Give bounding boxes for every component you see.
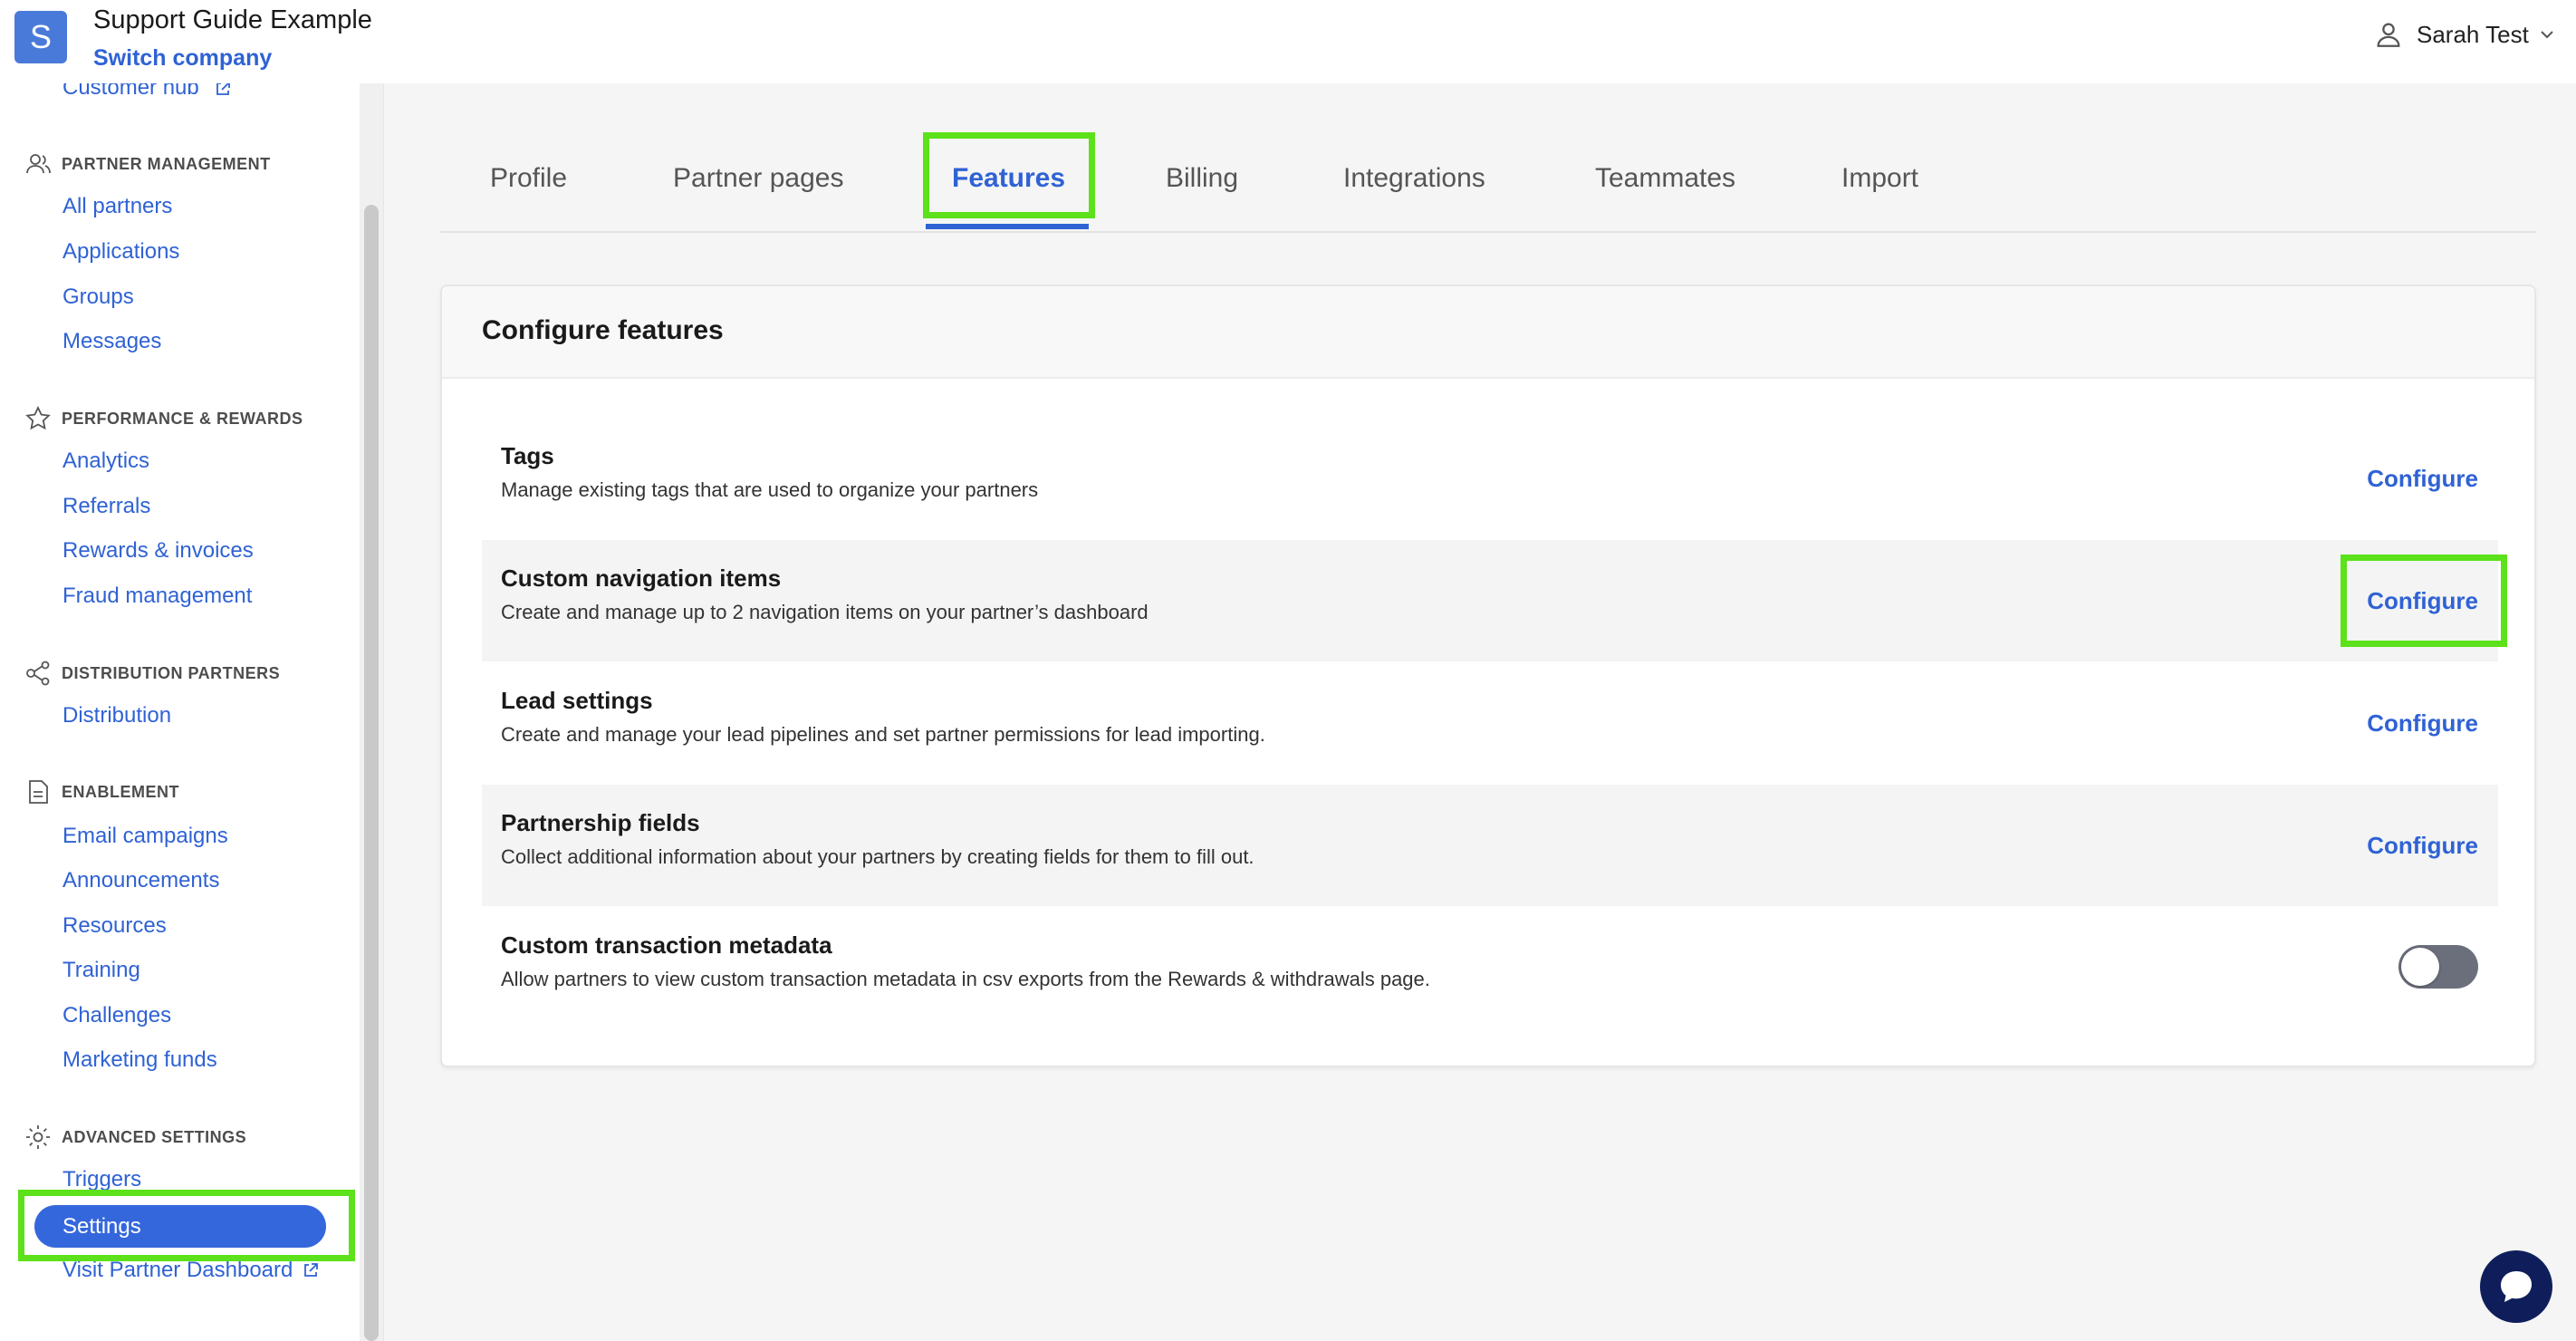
sidebar-item-resources[interactable]: Resources <box>62 912 167 940</box>
partners-icon <box>26 154 51 174</box>
chat-button[interactable] <box>2480 1250 2552 1323</box>
section-partner-management: PARTNER MANAGEMENT <box>24 150 271 178</box>
sidebar-item-email-campaigns[interactable]: Email campaigns <box>62 823 228 850</box>
section-title: ENABLEMENT <box>62 782 179 801</box>
sidebar-item-messages[interactable]: Messages <box>62 328 161 355</box>
feature-row-custom-navigation-items: Custom navigation items Create and manag… <box>482 540 2498 661</box>
tab-partner-pages[interactable]: Partner pages <box>673 163 843 194</box>
user-name: Sarah Test <box>2417 20 2529 48</box>
company-name: Support Guide Example <box>93 5 372 34</box>
feature-title: Custom navigation items <box>501 564 782 592</box>
sidebar-item-fraud-management[interactable]: Fraud management <box>62 583 252 610</box>
tab-teammates[interactable]: Teammates <box>1595 163 1735 194</box>
sidebar-scrollbar-thumb[interactable] <box>364 205 379 1341</box>
feature-description: Create and manage your lead pipelines an… <box>501 723 1265 746</box>
user-menu[interactable]: Sarah Test <box>2373 16 2556 53</box>
external-link-icon <box>304 1263 318 1277</box>
card-header: Configure features <box>442 286 2534 379</box>
sidebar-item-all-partners[interactable]: All partners <box>62 193 172 220</box>
sidebar-item-groups[interactable]: Groups <box>62 284 134 311</box>
sidebar-item-analytics[interactable]: Analytics <box>62 448 149 475</box>
feature-description: Collect additional information about you… <box>501 845 1254 868</box>
section-title: PERFORMANCE & REWARDS <box>62 409 303 428</box>
divider <box>383 83 384 1341</box>
tab-integrations[interactable]: Integrations <box>1343 163 1485 194</box>
chat-icon <box>2501 1271 2532 1302</box>
share-icon <box>26 661 50 686</box>
tab-bar: Profile Partner pages Features Billing I… <box>440 127 2536 233</box>
section-distribution-partners: DISTRIBUTION PARTNERS <box>24 660 280 687</box>
sidebar-item-applications[interactable]: Applications <box>62 238 179 265</box>
section-title: DISTRIBUTION PARTNERS <box>62 663 281 682</box>
card-title: Configure features <box>482 315 724 345</box>
section-title: ADVANCED SETTINGS <box>62 1127 247 1146</box>
section-advanced-settings: ADVANCED SETTINGS <box>24 1124 246 1151</box>
company-logo[interactable]: S <box>14 11 67 63</box>
tab-import[interactable]: Import <box>1841 163 1918 194</box>
highlight-configure-button <box>2341 555 2507 647</box>
toggle-knob <box>2401 948 2439 986</box>
feature-row-tags: Tags Manage existing tags that are used … <box>482 418 2498 539</box>
feature-title: Lead settings <box>501 687 653 714</box>
sidebar-item-marketing-funds[interactable]: Marketing funds <box>62 1047 217 1074</box>
switch-company-link[interactable]: Switch company <box>93 45 272 72</box>
configure-partnership-fields-button[interactable]: Configure <box>2367 832 2478 860</box>
feature-row-custom-transaction-metadata: Custom transaction metadata Allow partne… <box>482 907 2498 1028</box>
tab-profile[interactable]: Profile <box>490 163 567 194</box>
section-enablement: ENABLEMENT <box>24 778 179 806</box>
feature-title: Tags <box>501 442 554 469</box>
feature-title: Custom transaction metadata <box>501 931 832 959</box>
sidebar-item-training[interactable]: Training <box>62 957 140 984</box>
section-performance-rewards: PERFORMANCE & REWARDS <box>24 405 303 432</box>
active-tab-indicator <box>926 224 1089 229</box>
feature-description: Allow partners to view custom transactio… <box>501 968 1430 990</box>
sidebar-item-challenges[interactable]: Challenges <box>62 1002 171 1029</box>
feature-description: Manage existing tags that are used to or… <box>501 478 1039 501</box>
chevron-down-icon <box>2541 31 2553 39</box>
feature-title: Partnership fields <box>501 809 700 836</box>
highlight-settings <box>18 1190 355 1261</box>
custom-transaction-metadata-toggle[interactable] <box>2398 945 2478 989</box>
top-bar: S Support Guide Example Switch company S… <box>0 0 2576 83</box>
sidebar-item-rewards-invoices[interactable]: Rewards & invoices <box>62 537 254 564</box>
sidebar-item-referrals[interactable]: Referrals <box>62 493 150 520</box>
configure-features-card: Configure features Tags Manage existing … <box>440 285 2536 1067</box>
highlight-features-tab <box>923 132 1095 218</box>
sidebar-item-announcements[interactable]: Announcements <box>62 867 219 894</box>
section-title: PARTNER MANAGEMENT <box>62 154 271 173</box>
gear-icon <box>26 1125 50 1149</box>
star-icon <box>25 405 51 430</box>
user-icon <box>2377 23 2400 47</box>
document-icon <box>29 780 48 804</box>
configure-tags-button[interactable]: Configure <box>2367 465 2478 493</box>
feature-row-partnership-fields: Partnership fields Collect additional in… <box>482 785 2498 906</box>
sidebar-item-distribution[interactable]: Distribution <box>62 702 171 729</box>
sidebar <box>0 83 360 1341</box>
configure-lead-settings-button[interactable]: Configure <box>2367 709 2478 738</box>
feature-row-lead-settings: Lead settings Create and manage your lea… <box>482 662 2498 784</box>
tab-billing[interactable]: Billing <box>1166 163 1238 194</box>
feature-description: Create and manage up to 2 navigation ite… <box>501 601 1149 623</box>
